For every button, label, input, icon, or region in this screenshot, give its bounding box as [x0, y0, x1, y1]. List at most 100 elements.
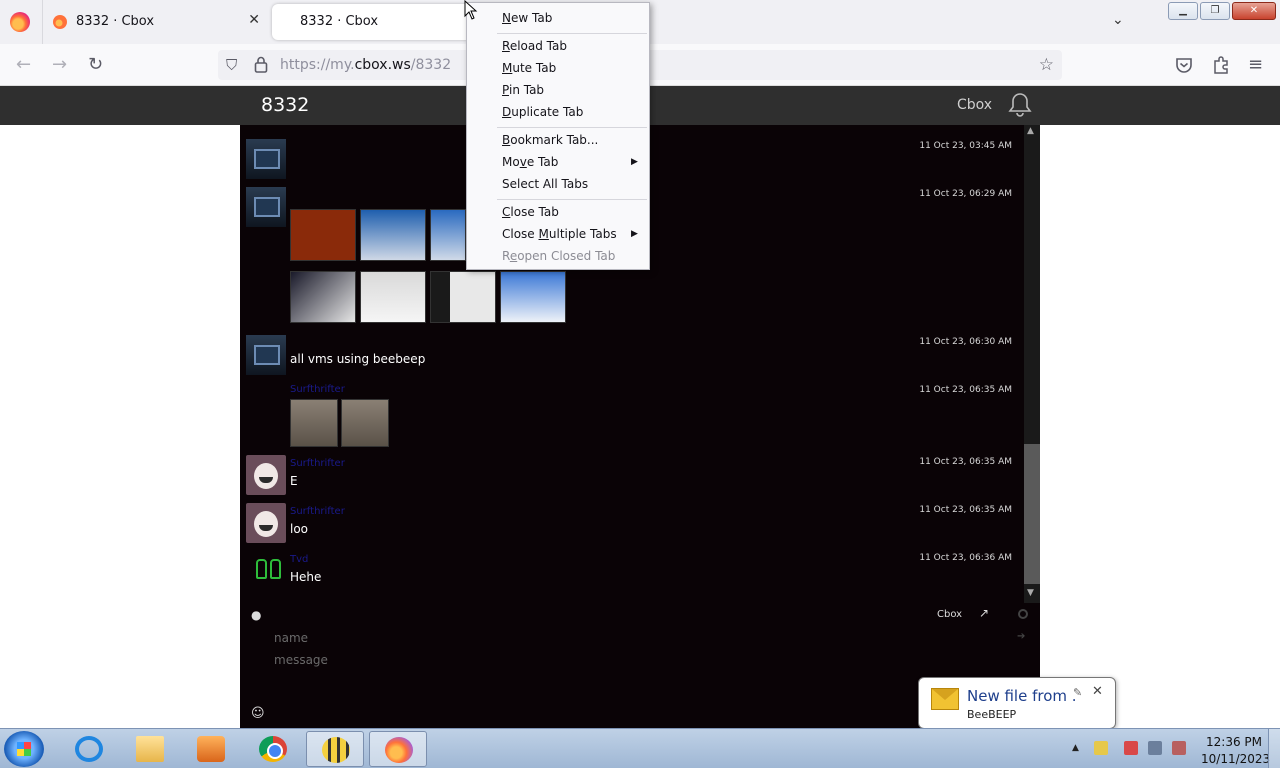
menu-item-close-tab[interactable]: Close Tab	[502, 205, 559, 219]
message-time: 11 Oct 23, 06:35 AM	[919, 385, 1012, 395]
chrome-icon	[259, 736, 287, 762]
menu-item-accesskey: N	[502, 11, 511, 25]
chat-scrollbar-thumb[interactable]	[1024, 444, 1040, 584]
message-author[interactable]: Surfthrifter	[290, 506, 345, 517]
show-hidden-icons-arrow[interactable]: ▲	[1072, 743, 1079, 753]
cbox-brand-link[interactable]: Cbox	[957, 97, 992, 113]
menu-separator	[497, 199, 647, 200]
taskbar-internet-explorer[interactable]	[60, 731, 118, 767]
taskbar-media-player[interactable]	[182, 731, 240, 767]
menu-item-close-multiple-tabs[interactable]: Close Multiple Tabs	[502, 227, 617, 241]
avatar[interactable]	[246, 455, 286, 495]
pocket-icon[interactable]	[1175, 56, 1193, 74]
message-author[interactable]: Surfthrifter	[290, 458, 345, 469]
image-thumbnail[interactable]	[290, 399, 338, 447]
menu-item-reload-tab[interactable]: Reload Tab	[502, 39, 567, 53]
reload-icon[interactable]: ↻	[88, 54, 103, 75]
menu-item-pin-tab[interactable]: Pin Tab	[502, 83, 544, 97]
extensions-icon[interactable]	[1212, 56, 1230, 74]
chevron-down-icon[interactable]: ⌄	[1112, 12, 1124, 28]
external-link-icon[interactable]: ↗	[979, 606, 989, 620]
settings-wrench-icon[interactable]: ✎	[1073, 686, 1082, 699]
smiley-icon[interactable]: ☺	[251, 706, 265, 721]
taskbar-chrome[interactable]	[244, 731, 302, 767]
beebeep-tray-icon[interactable]	[1094, 741, 1108, 755]
bell-icon[interactable]	[1008, 92, 1032, 118]
scroll-down-icon[interactable]: ▼	[1027, 588, 1034, 598]
message-text: loo	[290, 522, 309, 536]
login-icon[interactable]: ➔	[1017, 631, 1025, 642]
menu-item-bookmark-tab[interactable]: Bookmark Tab...	[502, 133, 598, 147]
image-thumbnail[interactable]	[341, 399, 389, 447]
menu-item-move-tab[interactable]: Move Tab	[502, 155, 558, 169]
menu-item-new-tab[interactable]: New Tab	[502, 11, 552, 25]
tab-title: 8332 · Cbox	[300, 14, 379, 29]
bookmark-star-icon[interactable]: ☆	[1039, 55, 1054, 75]
start-button[interactable]	[4, 731, 44, 767]
volume-muted-icon[interactable]	[1172, 741, 1186, 755]
url-path: /8332	[410, 57, 452, 73]
scroll-up-icon[interactable]: ▲	[1027, 126, 1034, 136]
avatar[interactable]	[246, 139, 286, 179]
tab-context-menu: New Tab Reload Tab Mute Tab Pin Tab Dupl…	[466, 2, 650, 270]
url-host: cbox.ws	[354, 57, 411, 73]
name-input[interactable]	[274, 629, 974, 647]
message-author[interactable]: Tvd	[290, 554, 308, 565]
avatar[interactable]	[246, 503, 286, 543]
message-text: Hehe	[290, 570, 322, 584]
avatar[interactable]	[246, 551, 286, 591]
image-thumbnail[interactable]	[430, 271, 496, 323]
back-icon[interactable]: ←	[16, 54, 31, 75]
clock-date[interactable]: 10/11/2023	[1201, 752, 1270, 766]
clock-time[interactable]: 12:36 PM	[1206, 735, 1262, 749]
image-thumbnail[interactable]	[360, 271, 426, 323]
close-tab-icon[interactable]: ✕	[248, 12, 260, 28]
show-desktop-button[interactable]	[1268, 729, 1280, 768]
status-circle-icon[interactable]	[1018, 609, 1028, 619]
taskbar-firefox[interactable]	[369, 731, 427, 767]
lock-icon[interactable]	[254, 56, 268, 73]
tab-cbox-1[interactable]: 8332 · Cbox ✕	[42, 4, 270, 40]
action-center-flag-icon[interactable]	[1124, 741, 1138, 755]
tab-cbox-2[interactable]: 8332 · Cbox	[272, 4, 472, 40]
cbox-footer-link[interactable]: Cbox	[937, 609, 962, 620]
menu-item-text: in Tab	[508, 83, 545, 97]
taskbar-file-explorer[interactable]	[121, 731, 179, 767]
menu-item-duplicate-tab[interactable]: Duplicate Tab	[502, 105, 583, 119]
window-controls: ▁ ❐ ✕	[1168, 2, 1276, 20]
message-input[interactable]	[274, 651, 974, 669]
restore-icon[interactable]: ❐	[1200, 2, 1230, 20]
menu-separator	[497, 33, 647, 34]
message-time: 11 Oct 23, 06:36 AM	[919, 553, 1012, 563]
firefox-favicon-icon	[53, 15, 67, 29]
image-thumbnail[interactable]	[290, 271, 356, 323]
menu-item-accesskey: M	[502, 61, 513, 75]
menu-item-select-all-tabs[interactable]: Select All Tabs	[502, 177, 588, 191]
avatar[interactable]	[246, 187, 286, 227]
menu-item-mute-tab[interactable]: Mute Tab	[502, 61, 556, 75]
url-text: https://my.cbox.ws/8332	[280, 57, 451, 73]
beebeep-notification[interactable]: New file from . BeeBEEP ✎ ✕	[918, 677, 1116, 729]
message-time: 11 Oct 23, 06:29 AM	[919, 189, 1012, 199]
image-thumbnail[interactable]	[430, 209, 466, 261]
message-author[interactable]: Surfthrifter	[290, 384, 345, 395]
minimize-icon[interactable]: ▁	[1168, 2, 1198, 20]
user-icon[interactable]: ●	[251, 608, 261, 622]
close-notification-icon[interactable]: ✕	[1092, 684, 1103, 699]
menu-hamburger-icon[interactable]: ≡	[1248, 54, 1263, 75]
image-thumbnail[interactable]	[290, 209, 356, 261]
menu-item-accesskey: v	[519, 155, 527, 169]
submenu-arrow-icon: ▶	[631, 229, 638, 239]
forward-icon[interactable]: →	[52, 54, 67, 75]
image-thumbnail[interactable]	[360, 209, 426, 261]
close-window-icon[interactable]: ✕	[1232, 2, 1276, 20]
image-thumbnail[interactable]	[500, 271, 566, 323]
menu-item-accesskey: B	[502, 133, 511, 147]
avatar[interactable]	[246, 335, 286, 375]
firefox-view-icon[interactable]	[10, 12, 30, 32]
network-icon[interactable]	[1148, 741, 1162, 755]
shield-icon[interactable]: ⛉	[226, 56, 237, 74]
taskbar-beebeep[interactable]	[306, 731, 364, 767]
beebeep-icon	[322, 737, 350, 763]
menu-item-accesskey: D	[502, 105, 512, 119]
